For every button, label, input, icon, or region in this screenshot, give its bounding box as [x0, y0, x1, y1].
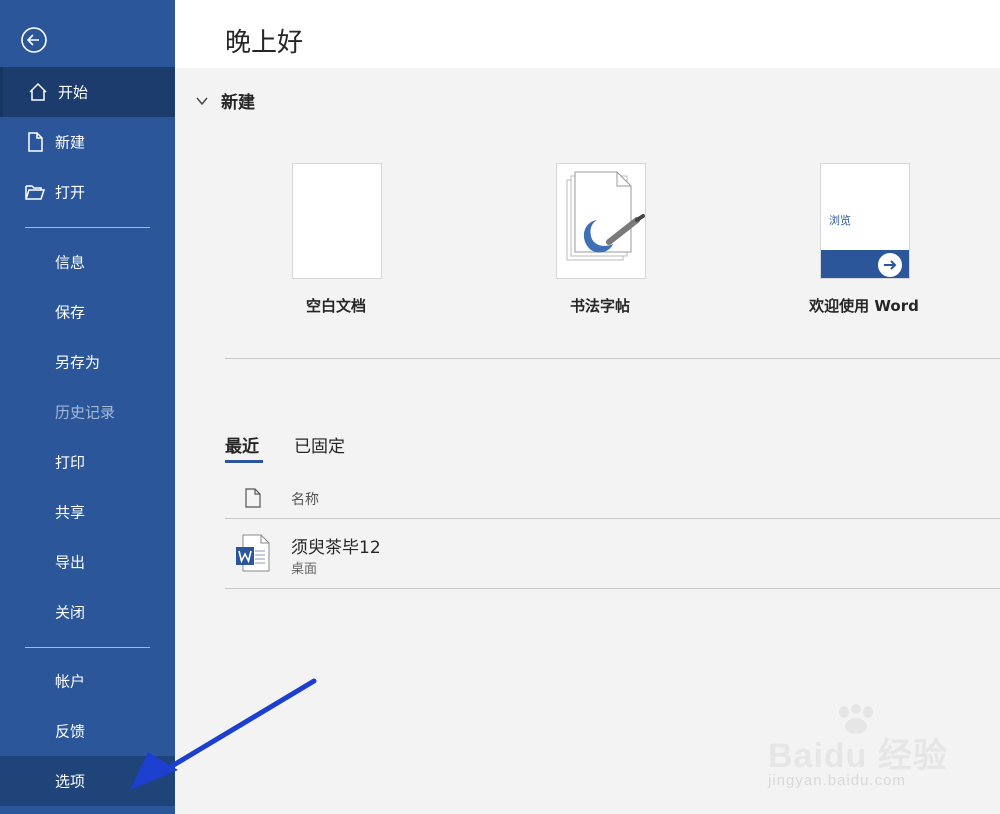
- page-title: 晚上好: [225, 28, 304, 58]
- file-name: 须臾茶毕12: [291, 538, 381, 558]
- sidebar-item-print[interactable]: 打印: [0, 437, 175, 487]
- calligraphy-brush-icon: [566, 171, 645, 261]
- backstage-main: 晚上好 新建 空白文档 书法字帖 浏览 欢迎使用 Word 最近 已固定 名称 …: [175, 0, 1000, 814]
- tab-pinned[interactable]: 已固定: [294, 432, 345, 457]
- folder-open-icon: [25, 185, 46, 200]
- sidebar-divider: [25, 227, 150, 228]
- sidebar-item-label: 帐户: [55, 672, 86, 691]
- sidebar-item-home[interactable]: 开始: [0, 67, 175, 117]
- arrow-right-circle-icon: [878, 253, 902, 277]
- backstage-sidebar: 开始 新建 打开 信息 保存 另存为 历史记录 打印 共享 导出 关闭 帐户 反…: [0, 0, 175, 814]
- sidebar-item-export[interactable]: 导出: [0, 537, 175, 587]
- sidebar-divider: [25, 647, 150, 648]
- table-row[interactable]: 须臾茶毕12 桌面: [225, 519, 1000, 587]
- sidebar-item-feedback[interactable]: 反馈: [0, 706, 175, 756]
- watermark-brand: Baidu 经验: [768, 737, 948, 775]
- template-thumbnail: [292, 163, 382, 279]
- template-thumb-text: 浏览: [829, 214, 851, 227]
- template-thumbnail: [556, 163, 646, 279]
- file-location: 桌面: [291, 562, 318, 577]
- sidebar-item-save[interactable]: 保存: [0, 287, 175, 337]
- sidebar-item-share[interactable]: 共享: [0, 487, 175, 537]
- sidebar-item-label: 历史记录: [55, 403, 116, 422]
- column-name-header[interactable]: 名称: [291, 489, 319, 509]
- back-arrow-icon[interactable]: [20, 26, 48, 54]
- sidebar-item-label: 信息: [55, 253, 86, 272]
- sidebar-item-label: 开始: [58, 83, 89, 102]
- sidebar-item-label: 导出: [55, 553, 86, 572]
- sidebar-item-label: 选项: [55, 772, 86, 791]
- file-list-header: 名称: [225, 478, 1000, 518]
- template-name: 书法字帖: [569, 297, 630, 315]
- sidebar-item-history: 历史记录: [0, 387, 175, 437]
- list-divider: [225, 588, 1000, 589]
- home-icon: [29, 82, 47, 101]
- sidebar-item-info[interactable]: 信息: [0, 237, 175, 287]
- sidebar-item-options[interactable]: 选项: [0, 756, 175, 806]
- sidebar-item-label: 共享: [55, 503, 86, 522]
- greeting-bar: 晚上好: [175, 0, 1000, 68]
- sidebar-item-label: 另存为: [55, 353, 101, 372]
- template-thumbnail: 浏览: [820, 163, 910, 279]
- sidebar-item-open[interactable]: 打开: [0, 167, 175, 217]
- sidebar-item-close[interactable]: 关闭: [0, 587, 175, 637]
- section-divider: [225, 358, 1000, 359]
- sidebar-item-save-as[interactable]: 另存为: [0, 337, 175, 387]
- baidu-watermark: Baidu 经验 jingyan.baidu.com: [768, 700, 988, 800]
- new-section-toggle[interactable]: 新建: [195, 88, 255, 113]
- sidebar-item-new[interactable]: 新建: [0, 117, 175, 167]
- new-document-icon: [28, 132, 43, 152]
- sidebar-item-label: 新建: [55, 133, 86, 152]
- tab-recent[interactable]: 最近: [225, 432, 259, 457]
- tab-active-indicator: [225, 460, 263, 463]
- sidebar-item-label: 打印: [55, 453, 86, 472]
- file-icon: [245, 488, 261, 508]
- sidebar-item-account[interactable]: 帐户: [0, 656, 175, 706]
- chevron-down-icon: [196, 97, 208, 105]
- template-name: 空白文档: [305, 297, 366, 315]
- sidebar-item-label: 打开: [55, 183, 86, 202]
- word-document-icon: [236, 534, 270, 572]
- template-name: 欢迎使用 Word: [809, 297, 919, 315]
- sidebar-item-label: 保存: [55, 303, 86, 322]
- sidebar-item-label: 反馈: [55, 722, 86, 741]
- new-section-title: 新建: [221, 93, 255, 113]
- sidebar-item-label: 关闭: [55, 603, 86, 622]
- watermark-url: jingyan.baidu.com: [768, 772, 906, 789]
